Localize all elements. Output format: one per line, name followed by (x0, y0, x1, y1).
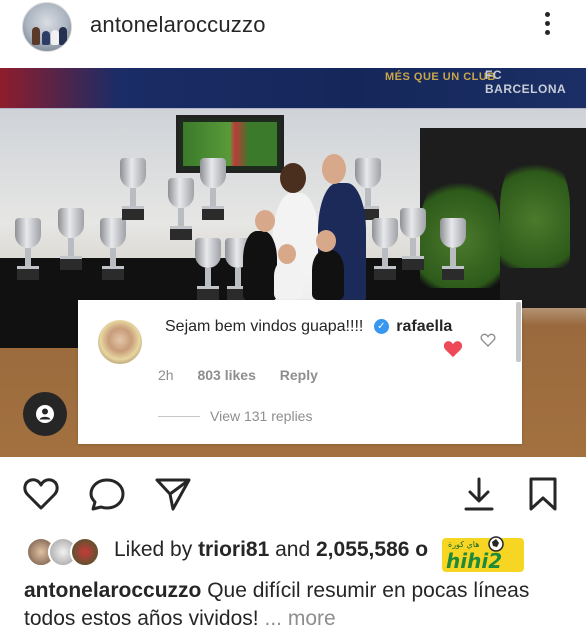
profile-avatar[interactable] (22, 2, 72, 52)
likes-prefix: Liked by (114, 538, 193, 561)
post-username[interactable]: antonelaroccuzzo (90, 12, 266, 38)
comment-line: Sejam bem vindos guapa!!!! ✓ rafaella (165, 318, 452, 336)
heart-outline-icon[interactable] (22, 476, 60, 512)
comment-scrollbar[interactable] (516, 302, 521, 362)
person (243, 231, 277, 301)
user-tag-icon (36, 405, 54, 423)
trophy (200, 158, 226, 228)
paper-plane-icon[interactable] (154, 476, 192, 512)
comment-text: Sejam bem vindos guapa!!!! (165, 318, 364, 335)
trophy (100, 218, 126, 288)
caption-more-link[interactable]: ... more (264, 607, 335, 630)
download-icon[interactable] (460, 476, 498, 512)
bookmark-icon[interactable] (524, 476, 562, 512)
person-head (280, 163, 306, 193)
comment-bubble-icon[interactable] (88, 476, 126, 512)
person (274, 260, 302, 300)
trophy (440, 218, 466, 288)
trophy (168, 178, 194, 248)
trophy (400, 208, 426, 278)
trophy (15, 218, 41, 288)
likes-middle: and (275, 538, 311, 561)
likes-suffix: o (415, 538, 429, 561)
watermark-logo-text: hihi2 (446, 549, 502, 573)
more-options-icon[interactable] (540, 12, 554, 40)
view-replies-link[interactable]: View 131 replies (210, 408, 312, 424)
trophy (372, 218, 398, 288)
likes-text[interactable]: Liked by triori81 and 2,055,586 o (114, 538, 428, 562)
likes-count[interactable]: 2,055,586 (316, 538, 409, 561)
person-head (255, 210, 275, 232)
banner-brand: FC BARCELONA (485, 68, 567, 96)
comment-author[interactable]: rafaella (396, 318, 452, 335)
comment-meta: 2h 803 likes Reply (158, 367, 338, 383)
red-heart-icon (443, 341, 463, 358)
person-head (278, 244, 296, 264)
trophy (58, 208, 84, 278)
commenter-avatar[interactable] (98, 320, 142, 364)
plant (500, 148, 570, 268)
post-header: antonelaroccuzzo (0, 0, 586, 66)
replies-divider (158, 416, 200, 417)
watermark-logo: هاي كورة hihi2 (442, 536, 524, 573)
caption-username[interactable]: antonelaroccuzzo (24, 579, 201, 602)
banner-slogan: MÉS QUE UN CLUB (385, 71, 496, 83)
reply-button[interactable]: Reply (280, 367, 318, 383)
user-tag-button[interactable] (23, 392, 67, 436)
person (312, 250, 344, 300)
comment-time: 2h (158, 367, 174, 383)
liker-avatar (70, 537, 100, 567)
comment-like-icon[interactable] (480, 332, 496, 348)
comment-likes[interactable]: 803 likes (197, 367, 255, 383)
watermark-label: هاي كورة (448, 540, 479, 549)
person-head (322, 154, 346, 184)
post-caption: antonelaroccuzzo Que difícil resumir en … (24, 577, 574, 633)
action-bar (0, 470, 586, 516)
person-head (316, 230, 336, 252)
comment-card[interactable]: Sejam bem vindos guapa!!!! ✓ rafaella 2h… (78, 300, 522, 444)
verified-badge-icon: ✓ (373, 319, 389, 335)
liker-username[interactable]: triori81 (198, 538, 269, 561)
trophy (195, 238, 221, 308)
tv-screen (176, 115, 284, 173)
trophy (120, 158, 146, 228)
